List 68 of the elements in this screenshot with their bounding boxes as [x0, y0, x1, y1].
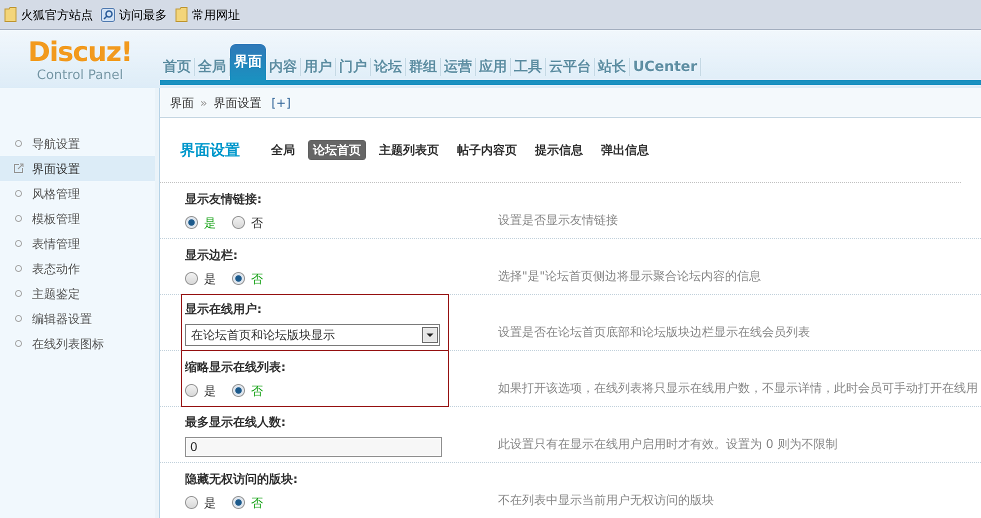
radio-label: 是	[204, 382, 216, 400]
setting-description: 设置是否在论坛首页底部和论坛版块边栏显示在线会员列表	[498, 324, 810, 341]
setting-description: 选择"是"论坛首页侧边将显示聚合论坛内容的信息	[498, 268, 762, 285]
radio-button[interactable]	[185, 272, 198, 285]
input-field[interactable]: 0	[185, 436, 442, 456]
sidebar-item[interactable]: 表态动作	[0, 256, 155, 281]
select-field[interactable]: 在论坛首页和论坛版块显示	[185, 324, 440, 346]
radio-button[interactable]	[232, 272, 245, 285]
sidebar-item[interactable]: 主题鉴定	[0, 281, 155, 306]
sidebar-item[interactable]: 编辑器设置	[0, 306, 155, 331]
setting-label: 最多显示在线人数:	[185, 414, 287, 430]
radio-label: 否	[251, 214, 263, 232]
folder-icon	[175, 7, 188, 22]
setting-label: 显示在线用户:	[185, 300, 263, 318]
setting-label: 缩略显示在线列表:	[185, 358, 287, 376]
sidebar-item[interactable]: 在线列表图标	[0, 331, 155, 356]
radio-label: 否	[251, 382, 263, 400]
setting-label: 显示边栏:	[185, 246, 239, 264]
breadcrumb-current: 界面设置	[213, 94, 262, 112]
radio-label: 是	[204, 270, 216, 288]
page-title: 界面设置	[180, 140, 240, 161]
setting-description: 不在列表中显示当前用户无权访问的版块	[498, 492, 714, 509]
external-link-icon	[13, 163, 24, 174]
logo-subtitle: Control Panel	[36, 68, 124, 84]
folder-icon	[4, 7, 17, 22]
bookmark-link[interactable]: 常用网址	[192, 6, 240, 24]
radio-button[interactable]	[232, 384, 245, 397]
setting-description: 如果打开该选项，在线列表将只显示在线用户数，不显示详情，此时会员可手动打开在线用	[498, 380, 978, 397]
circle-bullet-icon	[15, 240, 22, 247]
circle-bullet-icon	[15, 265, 22, 272]
breadcrumb-link[interactable]: 界面	[170, 94, 194, 112]
add-shortcut-link[interactable]: [+]	[271, 94, 291, 112]
nav-tab[interactable]: 界面	[230, 44, 266, 80]
sidebar-item[interactable]: 风格管理	[0, 181, 155, 206]
sidebar-item[interactable]: 导航设置	[0, 131, 155, 156]
sidebar-item[interactable]: 表情管理	[0, 231, 155, 256]
radio-button[interactable]	[185, 496, 198, 509]
setting-label: 显示友情链接:	[185, 190, 263, 208]
sidebar-item[interactable]: 界面设置	[0, 156, 155, 181]
search-icon	[101, 8, 115, 22]
radio-label: 否	[251, 494, 263, 512]
radio-label: 是	[204, 214, 216, 232]
radio-button[interactable]	[185, 216, 198, 229]
circle-bullet-icon	[15, 215, 22, 222]
radio-label: 否	[251, 270, 263, 288]
radio-button[interactable]	[232, 216, 245, 229]
sidebar-item[interactable]: 模板管理	[0, 206, 155, 231]
page-tab[interactable]: 帖子内容页	[452, 140, 522, 160]
setting-label: 隐藏无权访问的版块:	[185, 470, 299, 488]
circle-bullet-icon	[15, 140, 22, 147]
page-tab[interactable]: 弹出信息	[596, 140, 654, 160]
page-tab[interactable]: 提示信息	[530, 140, 588, 160]
radio-button[interactable]	[185, 384, 198, 397]
bookmark-link[interactable]: 火狐官方站点	[21, 6, 93, 24]
circle-bullet-icon	[15, 315, 22, 322]
circle-bullet-icon	[15, 290, 22, 297]
circle-bullet-icon	[15, 340, 22, 347]
circle-bullet-icon	[15, 190, 22, 197]
breadcrumb-separator: »	[200, 94, 208, 112]
bookmark-link[interactable]: 访问最多	[119, 6, 167, 24]
setting-description: 设置是否显示友情链接	[498, 212, 618, 229]
setting-description: 此设置只有在显示在线用户启用时才有效。设置为 0 则为不限制	[498, 436, 838, 453]
logo-title: Discuz!	[28, 38, 132, 68]
page-tab[interactable]: 全局	[266, 140, 300, 160]
page-tab[interactable]: 主题列表页	[374, 140, 444, 160]
radio-label: 是	[204, 494, 216, 512]
page-tab[interactable]: 论坛首页	[308, 140, 366, 160]
radio-button[interactable]	[232, 496, 245, 509]
